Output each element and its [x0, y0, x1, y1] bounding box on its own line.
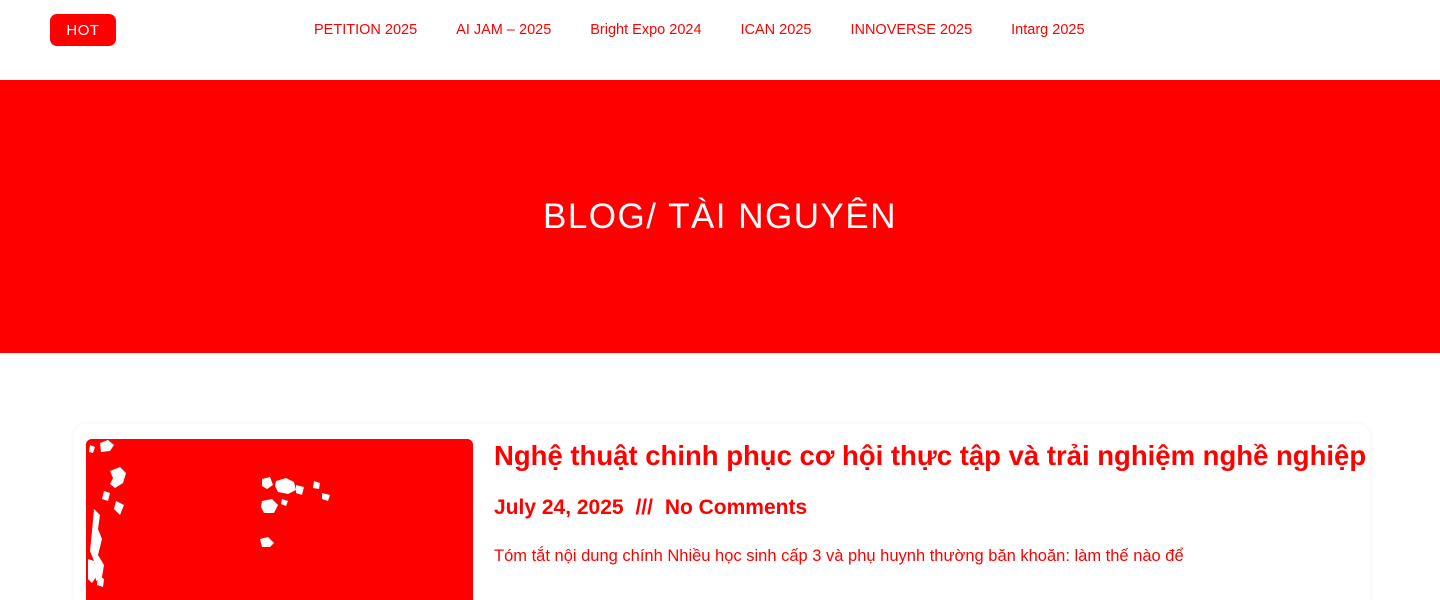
nav-item-ican-2025[interactable]: ICAN 2025: [741, 19, 812, 41]
post-title-link[interactable]: Nghệ thuật chinh phục cơ hội thực tập và…: [494, 438, 1394, 474]
hot-badge-button[interactable]: HOT: [50, 14, 116, 46]
main-nav: PETITION 2025 AI JAM – 2025 Bright Expo …: [314, 19, 1085, 41]
nav-item-innoverse-2025[interactable]: INNOVERSE 2025: [850, 19, 972, 41]
post-meta: July 24, 2025 /// No Comments: [494, 494, 807, 522]
nav-item-bright-expo-2024[interactable]: Bright Expo 2024: [590, 19, 701, 41]
nav-item-ai-jam-2025[interactable]: AI JAM – 2025: [456, 19, 551, 41]
site-header: HOT PETITION 2025 AI JAM – 2025 Bright E…: [0, 0, 1440, 80]
post-thumbnail[interactable]: [86, 439, 473, 600]
page-title: BLOG/ TÀI NGUYÊN: [543, 196, 897, 236]
post-date-link[interactable]: July 24, 2025: [494, 496, 624, 519]
nav-item-intarg-2025[interactable]: Intarg 2025: [1011, 19, 1084, 41]
post-comments-link[interactable]: No Comments: [665, 496, 807, 519]
thumbnail-image: [86, 439, 473, 600]
post-excerpt: Tóm tắt nội dung chính Nhiều học sinh cấ…: [494, 547, 1184, 565]
nav-item-petition-2025[interactable]: PETITION 2025: [314, 19, 417, 41]
meta-separator: ///: [635, 496, 653, 519]
hero-banner: BLOG/ TÀI NGUYÊN: [0, 80, 1440, 353]
